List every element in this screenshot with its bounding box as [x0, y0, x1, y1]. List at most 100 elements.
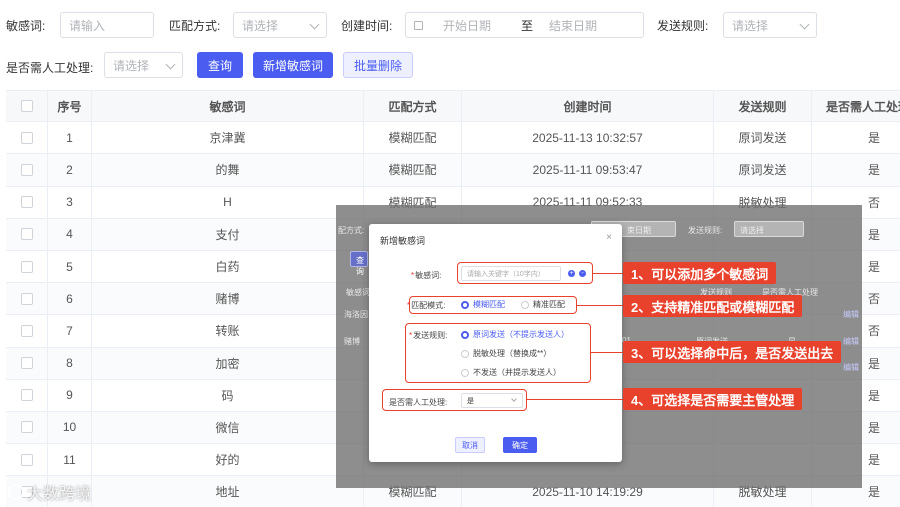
row-word: 转账 [92, 315, 364, 347]
row-word: 支付 [92, 218, 364, 250]
header-word: 敏感词 [92, 91, 364, 122]
connector-line [591, 352, 623, 353]
match-select[interactable]: 请选择 [233, 12, 327, 38]
row-rule: 原词发送 [714, 122, 812, 154]
created-label: 创建时间: [341, 19, 393, 33]
ghost-word-header: 敏感词 [346, 288, 370, 297]
checkbox-cell [6, 186, 48, 218]
checkbox-cell [6, 379, 48, 411]
select-all-checkbox[interactable] [20, 100, 33, 113]
query-button[interactable]: 查询 [197, 52, 243, 78]
row-manual: 是 [868, 163, 881, 178]
row-no: 11 [48, 444, 92, 476]
row-checkbox[interactable] [20, 389, 33, 402]
confirm-button[interactable]: 确定 [503, 437, 537, 453]
batch-delete-button[interactable]: 批量删除 [343, 52, 413, 78]
ghost-row-word: 海洛因 [344, 310, 368, 319]
row-word: 赌博 [92, 283, 364, 315]
keyword-label: 敏感词: [6, 19, 46, 33]
row-word: 的舞 [92, 154, 364, 186]
ghost-query-button: 查询 [350, 251, 368, 276]
chevron-down-icon [165, 59, 176, 70]
manual-label: 是否需人工处理: [6, 61, 94, 75]
header-manual: 是否需人工处理 [826, 99, 900, 114]
header-no: 序号 [48, 91, 92, 122]
table-row[interactable]: 1 京津冀 模糊匹配 2025-11-13 10:32:57 原词发送 是 [6, 122, 900, 155]
rule-label: 发送规则: [657, 19, 709, 33]
row-checkbox[interactable] [20, 163, 33, 176]
row-rule: 原词发送 [714, 154, 812, 186]
header-match: 匹配方式 [364, 91, 462, 122]
callout-2: 2、支持精准匹配或模糊匹配 [623, 295, 803, 317]
rule-select[interactable]: 请选择 [723, 12, 817, 38]
row-checkbox[interactable] [20, 421, 33, 434]
table-header: 序号 敏感词 匹配方式 创建时间 发送规则 是否需人工处理 [6, 90, 900, 123]
row-word: 白药 [92, 250, 364, 283]
checkbox-cell [6, 250, 48, 283]
watermark: 大数跨境 [8, 480, 91, 504]
manual-select[interactable]: 请选择 [104, 52, 183, 78]
row-manual: 是 [868, 131, 881, 146]
ghost-rule-select: 请选择 [734, 221, 804, 237]
add-word-button[interactable]: 新增敏感词 [253, 52, 333, 78]
date-range-picker[interactable]: 开始日期 至 结束日期 [405, 12, 644, 38]
chevron-down-icon [799, 19, 810, 30]
row-word: 码 [92, 379, 364, 411]
callout-4: 4、可选择是否需要主管处理 [623, 388, 803, 410]
row-no: 5 [48, 250, 92, 283]
ghost-edit-link: 编辑 [843, 310, 859, 319]
row-no: 1 [48, 122, 92, 154]
row-no: 8 [48, 347, 92, 379]
checkbox-cell [6, 315, 48, 347]
checkbox-cell [6, 154, 48, 186]
chevron-down-icon [309, 19, 320, 30]
row-checkbox[interactable] [20, 260, 33, 273]
table-row[interactable]: 2 的舞 模糊匹配 2025-11-11 09:53:47 原词发送 是 [6, 154, 900, 187]
header-rule: 发送规则 [714, 91, 812, 122]
row-checkbox[interactable] [20, 228, 33, 241]
row-word: 地址 [92, 476, 364, 507]
ghost-rule-label: 发送规则: [688, 226, 723, 235]
connector-line [577, 305, 623, 306]
connector-line [593, 273, 623, 274]
callout-3: 3、可以选择命中后，是否发送出去 [623, 341, 842, 363]
row-checkbox[interactable] [20, 131, 33, 144]
row-checkbox[interactable] [20, 324, 33, 337]
row-match: 模糊匹配 [364, 122, 462, 154]
row-word: 加密 [92, 347, 364, 379]
row-no: 10 [48, 411, 92, 444]
row-checkbox[interactable] [20, 357, 33, 370]
highlight-send-rule [405, 323, 591, 383]
checkbox-cell [6, 411, 48, 444]
start-date-input[interactable]: 开始日期 [443, 17, 513, 34]
end-date-input[interactable]: 结束日期 [549, 17, 597, 34]
keyword-input[interactable]: 请输入 [60, 12, 154, 38]
range-separator: 至 [521, 18, 534, 33]
row-no: 4 [48, 218, 92, 250]
row-word: 京津冀 [92, 122, 364, 154]
row-word: H [92, 186, 364, 218]
row-time: 2025-11-11 09:53:47 [462, 154, 714, 186]
highlight-word-input [457, 262, 593, 284]
row-word: 微信 [92, 411, 364, 444]
ghost-match-label: 配方式: [338, 226, 365, 235]
row-checkbox[interactable] [20, 453, 33, 466]
dialog-word-label: *敏感词: [411, 271, 442, 280]
checkbox-cell [6, 347, 48, 379]
ghost-edit-link: 编辑 [843, 363, 859, 372]
header-time: 创建时间 [462, 91, 714, 122]
connector-line [527, 399, 623, 400]
row-no: 7 [48, 315, 92, 347]
dialog-title: 新增敏感词 [380, 236, 426, 246]
logo-icon [8, 484, 24, 500]
checkbox-cell [6, 122, 48, 154]
row-no: 2 [48, 154, 92, 186]
row-no: 6 [48, 283, 92, 315]
close-icon[interactable]: × [606, 232, 612, 243]
row-checkbox[interactable] [20, 196, 33, 209]
row-match: 模糊匹配 [364, 154, 462, 186]
cancel-button[interactable]: 取消 [455, 437, 485, 453]
checkbox-cell [6, 444, 48, 476]
row-no: 3 [48, 186, 92, 218]
row-checkbox[interactable] [20, 292, 33, 305]
